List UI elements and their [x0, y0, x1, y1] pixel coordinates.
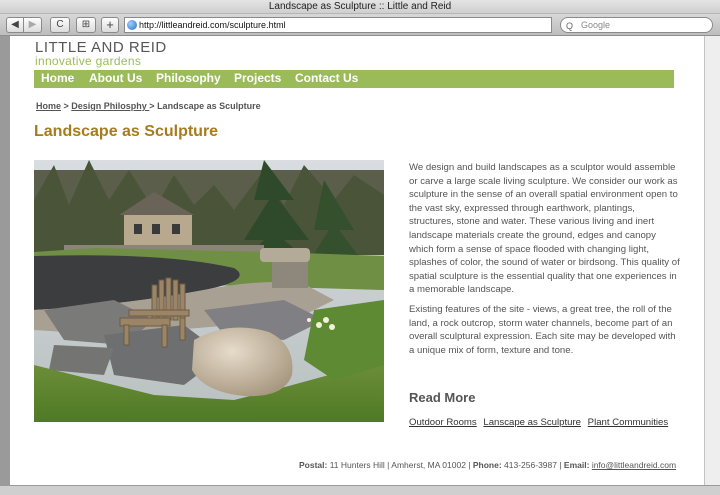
link-outdoor-rooms[interactable]: Outdoor Rooms [409, 417, 477, 428]
vertical-scrollbar[interactable] [704, 36, 720, 485]
breadcrumb-separator: > [149, 101, 158, 111]
globe-icon [127, 20, 137, 30]
related-links: Outdoor Rooms Lanscape as Sculpture Plan… [409, 417, 672, 428]
link-landscape-as-sculpture[interactable]: Lanscape as Sculpture [483, 417, 581, 428]
footer-email-link[interactable]: info@littleandreid.com [592, 460, 676, 470]
page-viewport: LITTLE AND REID innovative gardens Home … [10, 36, 704, 485]
search-input[interactable]: Q Google [560, 17, 713, 33]
url-field[interactable]: http://littleandreid.com/sculpture.html [124, 17, 552, 33]
body-paragraph-1: We design and build landscapes as a scul… [409, 162, 680, 296]
snapback-button[interactable]: ⊞ [76, 17, 96, 33]
nav-projects[interactable]: Projects [234, 71, 281, 85]
page-content: LITTLE AND REID innovative gardens Home … [34, 36, 684, 485]
nav-contact-us[interactable]: Contact Us [295, 71, 358, 85]
nav-about-us[interactable]: About Us [89, 71, 142, 85]
window-title: Landscape as Sculpture :: Little and Rei… [0, 0, 720, 14]
url-text: http://littleandreid.com/sculpture.html [139, 20, 286, 30]
footer-email-label: Email: [563, 460, 590, 470]
nav-home[interactable]: Home [41, 71, 74, 85]
footer-postal: 11 Hunters Hill | Amherst, MA 01002 | [327, 460, 473, 470]
footer-phone-label: Phone: [472, 460, 502, 470]
body-paragraph-2: Existing features of the site - views, a… [409, 303, 676, 356]
breadcrumb-current: Landscape as Sculpture [157, 101, 261, 111]
page-title: Landscape as Sculpture [34, 123, 219, 140]
footer-phone: 413-256-3987 | [501, 460, 564, 470]
link-plant-communities[interactable]: Plant Communities [588, 417, 669, 428]
footer-postal-label: Postal: [299, 460, 328, 470]
back-button[interactable]: ◀ [6, 17, 24, 33]
forward-button[interactable]: ▶ [24, 17, 42, 33]
breadcrumb-separator: > [61, 101, 72, 111]
reload-button[interactable]: C [50, 17, 70, 33]
main-nav: Home About Us Philosophy Projects Contac… [34, 70, 674, 88]
browser-toolbar: ◀ ▶ C ⊞ + http://littleandreid.com/sculp… [0, 14, 720, 36]
breadcrumb-design-philosophy[interactable]: Design Philosphy [71, 101, 149, 111]
read-more-heading: Read More [409, 390, 476, 405]
breadcrumb-home[interactable]: Home [36, 101, 61, 111]
nav-philosophy[interactable]: Philosophy [156, 71, 221, 85]
footer-contact: Postal: 11 Hunters Hill | Amherst, MA 01… [299, 460, 676, 470]
search-placeholder: Google [581, 20, 611, 30]
window-bottom-edge [0, 485, 720, 495]
landscape-photo [34, 160, 384, 422]
search-icon: Q [566, 21, 574, 31]
body-text: We design and build landscapes as a scul… [409, 161, 681, 363]
add-bookmark-button[interactable]: + [101, 17, 119, 33]
breadcrumb: Home > Design Philosphy > Landscape as S… [36, 101, 261, 111]
logo-tagline: innovative gardens [35, 54, 142, 68]
